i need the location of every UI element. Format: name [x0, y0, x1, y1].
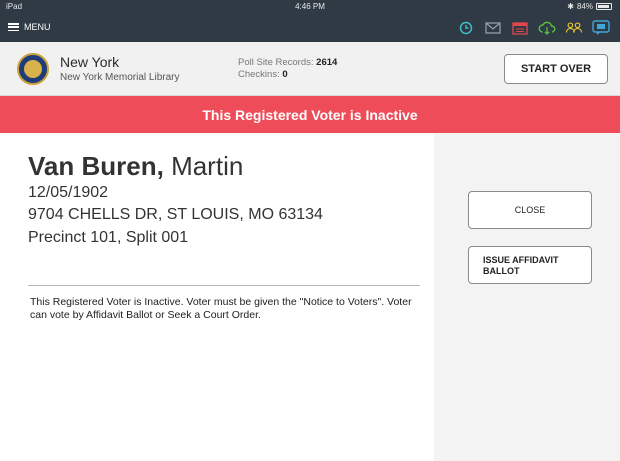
- menu-label: MENU: [24, 22, 51, 32]
- divider: [28, 285, 420, 286]
- toolbar-icons: [457, 19, 610, 37]
- menu-button[interactable]: MENU: [8, 22, 51, 32]
- checkins-label: Checkins:: [238, 69, 280, 80]
- actions-panel: [434, 133, 620, 461]
- records-value: 2614: [316, 57, 338, 68]
- clock-icon[interactable]: [457, 19, 475, 37]
- start-over-button[interactable]: START OVER: [504, 54, 608, 84]
- voter-address: 9704 CHELLS DR, ST LOUIS, MO 63134: [28, 206, 323, 223]
- state-seal-icon: [17, 53, 49, 85]
- mail-icon[interactable]: [484, 19, 502, 37]
- battery-status: ✱ 84%: [567, 2, 612, 11]
- issue-affidavit-ballot-button[interactable]: ISSUE AFFIDAVIT BALLOT: [468, 246, 592, 284]
- voter-last-name: Van Buren,: [28, 151, 164, 181]
- top-bar: iPad 4:46 PM ✱ 84% MENU: [0, 0, 620, 42]
- state-name: New York: [60, 54, 120, 70]
- poll-site-stats: Poll Site Records: 2614 Checkins: 0: [238, 57, 337, 81]
- bluetooth-icon: ✱: [567, 2, 574, 11]
- voter-birth-date: 12/05/1902: [28, 184, 109, 201]
- chat-icon[interactable]: [592, 19, 610, 37]
- inactive-notice-text: This Registered Voter is Inactive. Voter…: [30, 296, 412, 321]
- calendar-icon[interactable]: [511, 19, 529, 37]
- cloud-sync-icon[interactable]: [538, 19, 556, 37]
- voter-first-name: Martin: [171, 151, 244, 181]
- battery-percent: 84%: [576, 2, 593, 11]
- records-label: Poll Site Records:: [238, 57, 314, 68]
- inactive-voter-banner: This Registered Voter is Inactive: [0, 96, 620, 133]
- voter-name: Van Buren, Martin: [28, 151, 243, 182]
- battery-icon: [596, 3, 612, 10]
- voter-precinct: Precinct 101, Split 001: [28, 229, 189, 246]
- poll-site-name: New York Memorial Library: [60, 72, 180, 83]
- users-icon[interactable]: [565, 19, 583, 37]
- hamburger-icon: [8, 23, 19, 31]
- site-header: New York New York Memorial Library Poll …: [0, 42, 620, 96]
- checkins-value: 0: [282, 69, 288, 80]
- close-button[interactable]: CLOSE: [468, 191, 592, 229]
- status-time: 4:46 PM: [295, 2, 325, 11]
